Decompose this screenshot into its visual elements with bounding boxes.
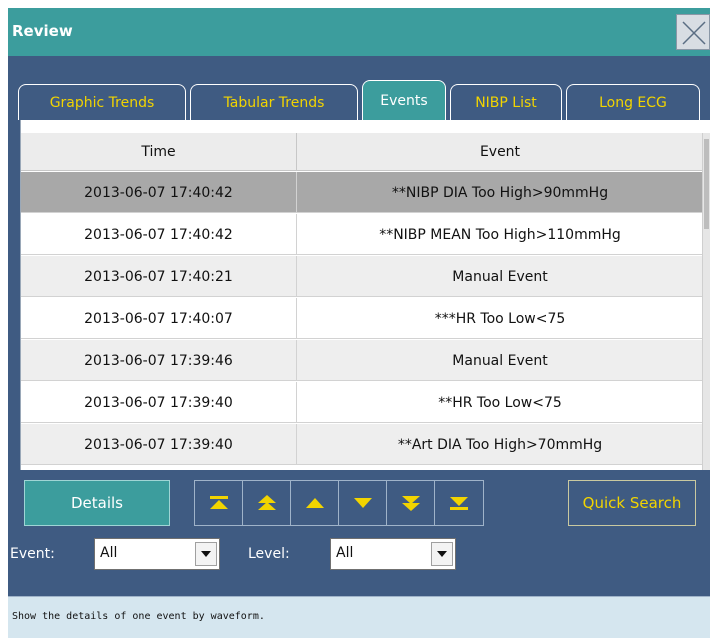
cell-time: 2013-06-07 17:39:40 [21, 382, 297, 423]
table-header: Time Event [21, 133, 703, 171]
tab-tabular-trends[interactable]: Tabular Trends [190, 84, 358, 120]
close-icon [682, 21, 706, 45]
first-page-icon [209, 496, 228, 509]
table-row[interactable]: 2013-06-07 17:40:42 **NIBP MEAN Too High>… [21, 214, 703, 255]
tab-events[interactable]: Events [362, 80, 446, 121]
table-row[interactable]: 2013-06-07 17:39:46 Manual Event [21, 340, 703, 381]
line-down-icon [353, 498, 372, 508]
review-window: Review Graphic Trends Tabular Trends Eve… [8, 8, 710, 638]
page-down-icon [401, 496, 420, 511]
tab-long-ecg[interactable]: Long ECG [566, 84, 700, 120]
column-header-event[interactable]: Event [297, 133, 703, 171]
events-table: Time Event 2013-06-07 17:40:42 **NIBP DIA… [20, 120, 710, 470]
last-page-button[interactable] [435, 481, 483, 525]
cell-time: 2013-06-07 17:40:42 [21, 214, 297, 255]
cell-time: 2013-06-07 17:39:46 [21, 340, 297, 381]
controls-panel: Details Quick Search Event: All Level: A… [8, 470, 710, 578]
quick-search-button[interactable]: Quick Search [568, 480, 696, 526]
line-up-button[interactable] [291, 481, 339, 525]
table-row[interactable]: 2013-06-07 17:39:40 **HR Too Low<75 [21, 382, 703, 423]
page-up-button[interactable] [243, 481, 291, 525]
first-page-button[interactable] [195, 481, 243, 525]
tab-graphic-trends[interactable]: Graphic Trends [18, 84, 186, 120]
close-button[interactable] [676, 14, 710, 50]
table-row[interactable]: 2013-06-07 17:40:21 Manual Event [21, 256, 703, 297]
tab-strip: Graphic Trends Tabular Trends Events NIB… [8, 56, 710, 121]
cell-time: 2013-06-07 17:40:21 [21, 256, 297, 297]
cell-event: **HR Too Low<75 [438, 394, 562, 411]
cell-time: 2013-06-07 17:39:40 [21, 424, 297, 465]
cell-event: ***HR Too Low<75 [434, 310, 566, 327]
chevron-down-icon[interactable] [195, 542, 217, 566]
event-filter-label: Event: [10, 546, 55, 562]
line-up-icon [305, 498, 324, 508]
cell-time: 2013-06-07 17:40:07 [21, 298, 297, 339]
cell-event: **NIBP MEAN Too High>110mmHg [379, 226, 621, 243]
line-down-button[interactable] [339, 481, 387, 525]
level-filter-value: All [336, 545, 354, 561]
table-scrollbar[interactable] [702, 133, 710, 470]
page-down-button[interactable] [387, 481, 435, 525]
level-filter-label: Level: [248, 546, 290, 562]
scrollbar-thumb[interactable] [704, 139, 709, 229]
tab-nibp-list[interactable]: NIBP List [450, 84, 562, 120]
page-up-icon [257, 495, 276, 510]
event-filter-value: All [100, 545, 118, 561]
last-page-icon [450, 497, 468, 510]
window-title: Review [12, 22, 73, 40]
details-button[interactable]: Details [24, 480, 170, 526]
navigation-button-group [194, 480, 484, 526]
cell-event: **NIBP DIA Too High>90mmHg [391, 184, 609, 201]
table-row[interactable]: 2013-06-07 17:39:40 **Art DIA Too High>70… [21, 424, 703, 465]
cell-event: Manual Event [452, 352, 548, 369]
event-filter-select[interactable]: All [94, 538, 220, 570]
panel-divider [8, 578, 710, 596]
table-row[interactable]: 2013-06-07 17:40:07 ***HR Too Low<75 [21, 298, 703, 339]
status-bar: Show the details of one event by wavefor… [8, 596, 710, 638]
column-header-time[interactable]: Time [21, 133, 297, 171]
table-row[interactable]: 2013-06-07 17:40:42 **NIBP DIA Too High>9… [21, 172, 703, 213]
cell-time: 2013-06-07 17:40:42 [21, 172, 297, 213]
title-bar: Review [8, 8, 710, 56]
status-text: Show the details of one event by wavefor… [12, 611, 265, 622]
chevron-down-icon[interactable] [431, 542, 453, 566]
cell-event: **Art DIA Too High>70mmHg [397, 436, 603, 453]
cell-event: Manual Event [452, 268, 548, 285]
level-filter-select[interactable]: All [330, 538, 456, 570]
